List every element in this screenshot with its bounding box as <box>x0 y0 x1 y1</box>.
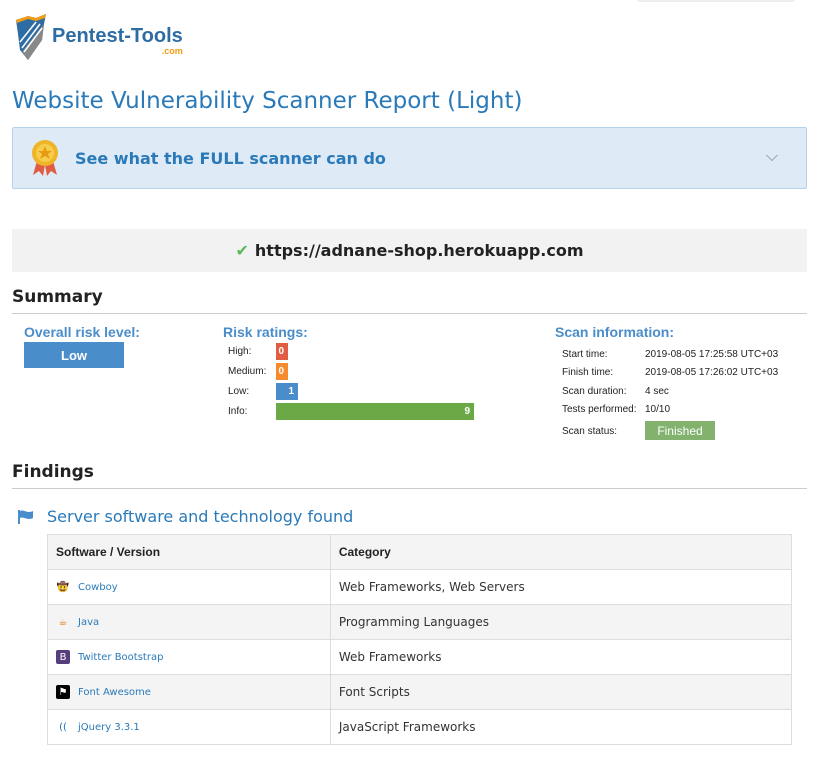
promo-text: See what the FULL scanner can do <box>75 148 386 168</box>
subheading-text: Server software and technology found <box>47 507 354 526</box>
table-row: (( jQuery 3.3.1 JavaScript Frameworks <box>47 709 793 745</box>
category-cell: JavaScript Frameworks <box>329 709 793 745</box>
scan-info-value: 2019-08-05 17:25:58 UTC+03 <box>645 349 779 360</box>
cowboy-icon: 🤠 <box>56 581 70 593</box>
chevron-down-icon[interactable]: ⌵ <box>766 148 778 166</box>
font-awesome-icon: ⚑ <box>56 685 70 699</box>
bootstrap-icon: B <box>56 650 70 664</box>
column-header: Category <box>329 534 793 570</box>
table-row: 🤠 Cowboy Web Frameworks, Web Servers <box>47 569 793 605</box>
software-link[interactable]: jQuery 3.3.1 <box>78 722 140 733</box>
jquery-icon: (( <box>59 721 67 733</box>
award-medal-icon <box>32 140 58 176</box>
table-row: B Twitter Bootstrap Web Frameworks <box>47 639 793 675</box>
table-row: ☕ Java Programming Languages <box>47 604 793 640</box>
scan-status-badge: Finished <box>645 421 715 440</box>
check-icon: ✔ <box>235 241 249 260</box>
rating-label: Low: <box>228 385 250 397</box>
risk-ratings-label: Risk ratings: <box>223 324 308 340</box>
scan-info-key: Start time: <box>562 349 608 360</box>
rating-bar: 1 <box>276 383 298 400</box>
category-cell: Font Scripts <box>329 674 793 710</box>
category-cell: Web Frameworks <box>329 639 793 675</box>
table-row: ⚑ Font Awesome Font Scripts <box>47 674 793 710</box>
java-icon: ☕ <box>58 616 68 628</box>
scan-info-key: Scan duration: <box>562 385 627 397</box>
rating-label: Medium: <box>228 365 267 377</box>
rating-label: High: <box>228 345 252 357</box>
flag-icon <box>18 509 33 524</box>
software-link[interactable]: Cowboy <box>78 582 118 593</box>
rating-bar: 9 <box>276 403 474 420</box>
software-link[interactable]: Java <box>78 617 99 628</box>
overall-risk-label: Overall risk level: <box>24 324 140 340</box>
software-table: Software / Version Category 🤠 Cowboy Web Fr… <box>47 534 793 745</box>
findings-subheading: Server software and technology found <box>18 507 353 526</box>
scan-info-label: Scan information: <box>555 324 675 340</box>
scan-info-key: Scan status: <box>562 426 618 437</box>
software-link[interactable]: Twitter Bootstrap <box>78 652 163 663</box>
rating-label: Info: <box>228 405 248 417</box>
rating-bar: 0 <box>276 343 288 360</box>
findings-heading: Findings <box>12 462 807 489</box>
overall-risk-badge: Low <box>24 342 124 368</box>
target-url: https://adnane-shop.herokuapp.com <box>254 241 584 260</box>
target-url-banner: ✔ https://adnane-shop.herokuapp.com <box>12 229 807 272</box>
top-bar <box>637 0 795 2</box>
logo[interactable]: Pentest-Tools .com <box>14 14 183 60</box>
category-cell: Web Frameworks, Web Servers <box>329 569 793 605</box>
shield-logo-icon <box>16 14 46 60</box>
scan-info-key: Finish time: <box>562 367 614 379</box>
software-link[interactable]: Font Awesome <box>78 687 151 698</box>
category-cell: Programming Languages <box>329 604 793 640</box>
scan-info-key: Tests performed: <box>562 403 637 415</box>
logo-suffix: .com <box>161 46 183 56</box>
column-header: Software / Version <box>47 534 331 570</box>
scan-info-value: 10/10 <box>645 403 671 415</box>
full-scanner-promo[interactable]: See what the FULL scanner can do ⌵ <box>12 127 807 189</box>
logo-name: Pentest-Tools <box>52 25 183 47</box>
scan-info-value: 4 sec <box>645 385 669 397</box>
summary-heading: Summary <box>12 287 807 314</box>
rating-bar: 0 <box>276 363 288 380</box>
scan-info-value: 2019-08-05 17:26:02 UTC+03 <box>645 367 779 379</box>
page-title: Website Vulnerability Scanner Report (Li… <box>12 88 523 114</box>
